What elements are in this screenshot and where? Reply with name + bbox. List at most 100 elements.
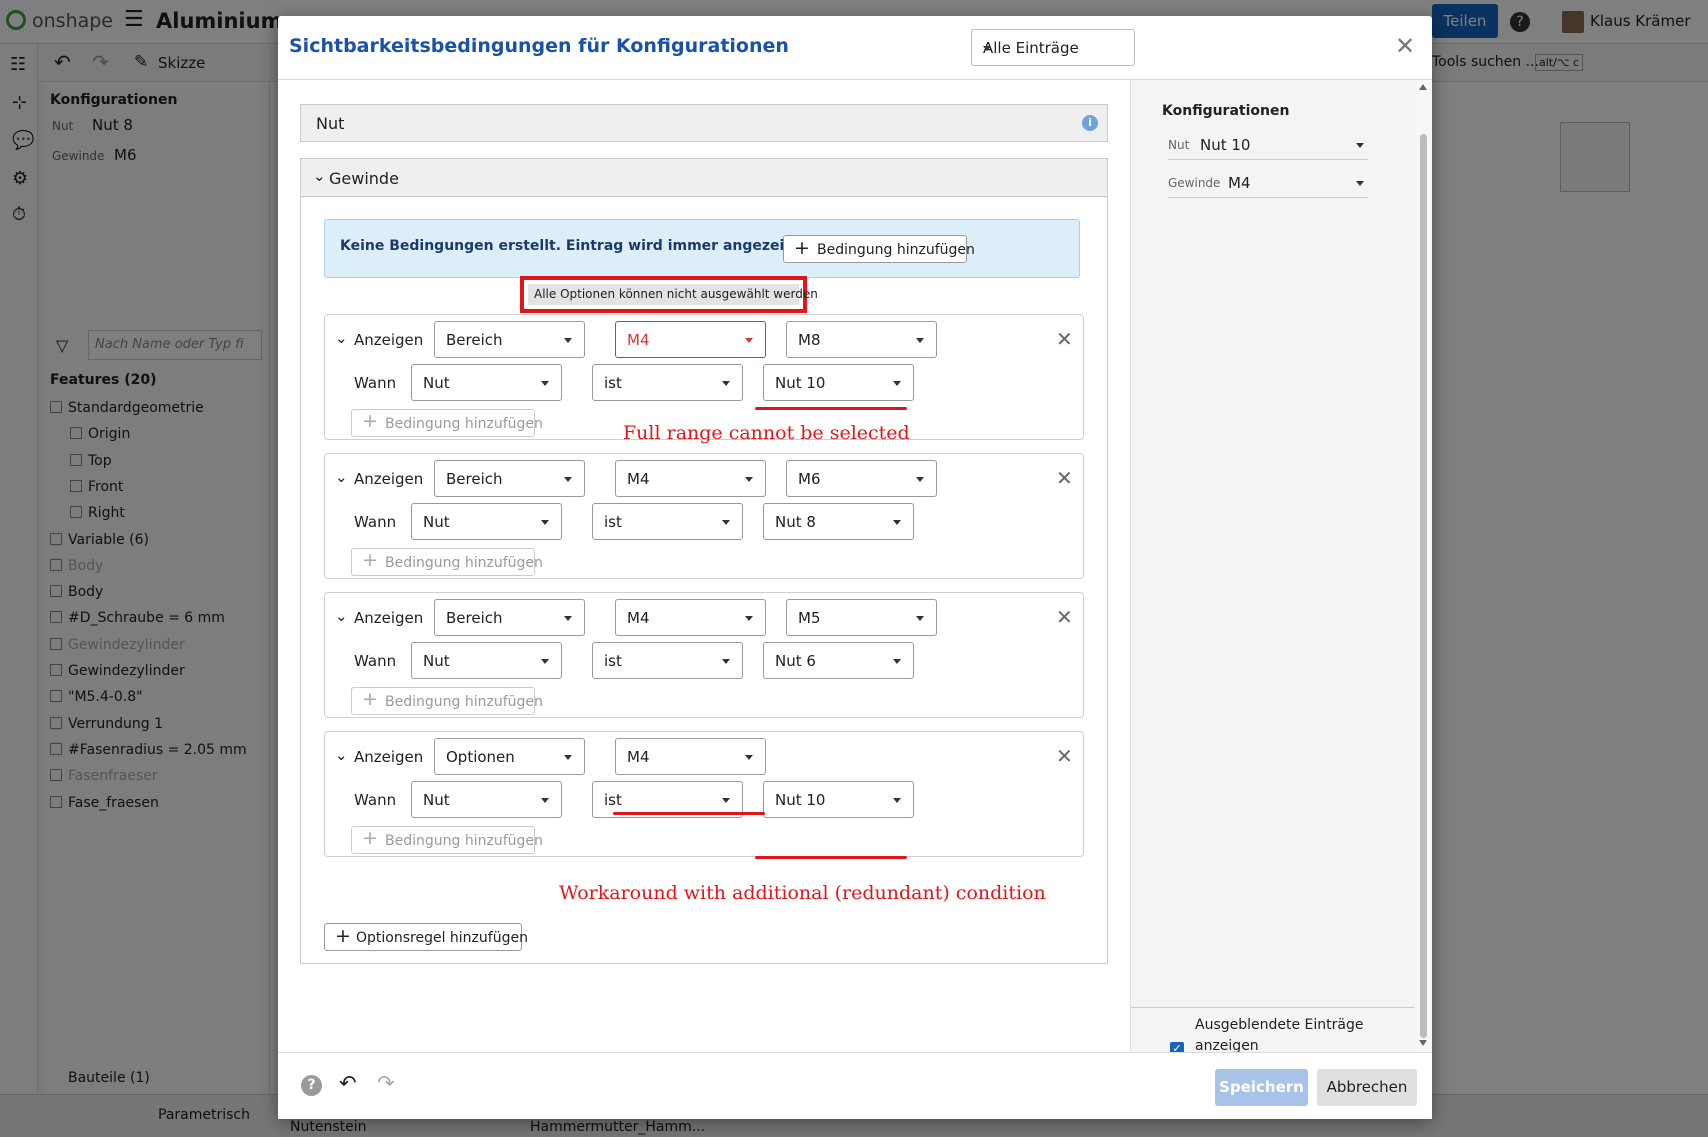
scrollbar-thumb[interactable] xyxy=(1420,134,1427,1038)
condition-value-select-value: Nut 10 xyxy=(775,374,826,392)
chevron-down-icon xyxy=(564,338,572,343)
chevron-down-icon xyxy=(745,616,753,621)
cancel-button[interactable]: Abbrechen xyxy=(1317,1069,1417,1106)
annotation-full-range: Full range cannot be selected xyxy=(623,422,910,444)
condition-operator-select-value: ist xyxy=(604,652,622,670)
chevron-down-icon xyxy=(916,338,924,343)
save-button[interactable]: Speichern xyxy=(1215,1069,1308,1106)
entries-filter-select[interactable]: Alle Einträge xyxy=(971,29,1135,66)
chevron-down-icon[interactable]: ⌄ xyxy=(335,468,348,486)
condition-value-select[interactable]: Nut 10 xyxy=(763,364,914,401)
rule-type-select[interactable]: Bereich xyxy=(434,321,585,358)
chevron-down-icon xyxy=(893,381,901,386)
condition-param-select[interactable]: Nut xyxy=(411,781,562,818)
rule-type-select[interactable]: Optionen xyxy=(434,738,585,775)
plus-icon: + xyxy=(362,688,378,710)
section-gewinde-title: Gewinde xyxy=(329,169,399,188)
rules-list: ⌄ Anzeigen Bereich M4 M8 ✕ Wann Nut ist Nut 10 + Be… xyxy=(324,314,1084,914)
condition-operator-select[interactable]: ist xyxy=(592,364,743,401)
underline-nut10-rule1 xyxy=(755,407,907,410)
add-option-rule-button[interactable]: + Optionsregel hinzufügen xyxy=(324,923,528,951)
condition-operator-select[interactable]: ist xyxy=(592,642,743,679)
add-condition-button[interactable]: + Bedingung hinzufügen xyxy=(351,826,543,854)
chevron-down-icon xyxy=(541,520,549,525)
condition-value-select[interactable]: Nut 8 xyxy=(763,503,914,540)
config-label: Gewinde xyxy=(1168,176,1221,190)
redo-icon[interactable]: ↷ xyxy=(377,1071,395,1095)
dialog-title: Sichtbarkeitsbedingungen für Konfigurati… xyxy=(289,35,789,57)
range-to-select[interactable]: M5 xyxy=(786,599,937,636)
rule-type-select[interactable]: Bereich xyxy=(434,460,585,497)
chevron-down-icon xyxy=(722,381,730,386)
show-label: Anzeigen xyxy=(354,470,424,488)
add-condition-label: Bedingung hinzufügen xyxy=(385,416,543,432)
close-icon[interactable]: ✕ xyxy=(1395,32,1415,60)
when-label: Wann xyxy=(354,513,397,531)
condition-operator-select-value: ist xyxy=(604,374,622,392)
condition-operator-select[interactable]: ist xyxy=(592,503,743,540)
add-condition-button[interactable]: + Bedingung hinzufügen xyxy=(351,687,543,715)
rule-type-select[interactable]: Bereich xyxy=(434,599,585,636)
range-to-select[interactable]: M8 xyxy=(786,321,937,358)
chevron-down-icon[interactable]: ⌄ xyxy=(335,329,348,347)
add-condition-button[interactable]: + Bedingung hinzufügen xyxy=(351,409,543,437)
chevron-down-icon xyxy=(722,520,730,525)
section-nut[interactable]: Nut i xyxy=(300,104,1108,142)
rule-type-select-value: Bereich xyxy=(446,470,503,488)
show-label: Anzeigen xyxy=(354,748,424,766)
condition-value-select[interactable]: Nut 10 xyxy=(763,781,914,818)
remove-rule-icon[interactable]: ✕ xyxy=(1056,466,1073,490)
undo-icon[interactable]: ↶ xyxy=(339,1071,357,1095)
chevron-down-icon xyxy=(541,381,549,386)
condition-param-select[interactable]: Nut xyxy=(411,364,562,401)
scroll-up-icon[interactable] xyxy=(1419,84,1427,90)
condition-value-select[interactable]: Nut 6 xyxy=(763,642,914,679)
condition-param-select-value: Nut xyxy=(423,513,450,531)
chevron-down-icon[interactable]: ⌄ xyxy=(335,746,348,764)
plus-icon: + xyxy=(362,410,378,432)
condition-param-select-value: Nut xyxy=(423,791,450,809)
range-to-select-value: M5 xyxy=(798,609,821,627)
help-icon[interactable]: ? xyxy=(301,1075,322,1096)
add-condition-button[interactable]: + Bedingung hinzufügen xyxy=(783,235,975,263)
range-from-select[interactable]: M4 xyxy=(615,599,766,636)
range-from-select[interactable]: M4 xyxy=(615,460,766,497)
range-to-select[interactable]: M6 xyxy=(786,460,937,497)
config-label: Nut xyxy=(1168,138,1190,152)
show-label: Anzeigen xyxy=(354,331,424,349)
remove-rule-icon[interactable]: ✕ xyxy=(1056,605,1073,629)
condition-param-select[interactable]: Nut xyxy=(411,642,562,679)
remove-rule-icon[interactable]: ✕ xyxy=(1056,744,1073,768)
info-icon[interactable]: i xyxy=(1082,115,1098,131)
chevron-down-icon[interactable]: ⌄ xyxy=(335,607,348,625)
chevron-down-icon xyxy=(983,46,991,51)
plus-icon: + xyxy=(794,237,810,259)
option-rule: ⌄ Anzeigen Optionen M4 ✕ Wann Nut ist Nut 10 + Bed… xyxy=(324,731,1084,857)
annotation-workaround: Workaround with additional (redundant) c… xyxy=(559,882,1046,904)
dialog-footer: ? ↶ ↷ Speichern Abbrechen xyxy=(278,1052,1432,1119)
chevron-down-icon xyxy=(916,477,924,482)
filter-value: Alle Einträge xyxy=(983,39,1079,57)
preview-config-gewinde[interactable]: Gewinde M4 xyxy=(1168,166,1368,198)
scroll-down-icon[interactable] xyxy=(1419,1040,1427,1046)
chevron-down-icon xyxy=(893,520,901,525)
chevron-down-icon xyxy=(541,659,549,664)
chevron-down-icon xyxy=(916,616,924,621)
range-from-select-value: M4 xyxy=(627,748,650,766)
preview-config-nut[interactable]: Nut Nut 10 xyxy=(1168,128,1368,160)
range-from-select-value: M4 xyxy=(627,331,650,349)
config-value: Nut 10 xyxy=(1200,136,1251,154)
add-condition-button[interactable]: + Bedingung hinzufügen xyxy=(351,548,543,576)
chevron-down-icon xyxy=(1356,181,1364,186)
range-from-select[interactable]: M4 xyxy=(615,321,766,358)
chevron-down-icon xyxy=(1356,143,1364,148)
condition-param-select[interactable]: Nut xyxy=(411,503,562,540)
range-from-select[interactable]: M4 xyxy=(615,738,766,775)
chevron-down-icon xyxy=(722,659,730,664)
visibility-conditions-dialog: Sichtbarkeitsbedingungen für Konfigurati… xyxy=(278,16,1432,1119)
tooltip: Alle Optionen können nicht ausgewählt we… xyxy=(528,284,818,305)
section-gewinde-header[interactable]: ⌄ Gewinde xyxy=(300,158,1108,197)
chevron-down-icon xyxy=(745,338,753,343)
no-conditions-text: Keine Bedingungen erstellt. Eintrag wird… xyxy=(340,238,807,254)
remove-rule-icon[interactable]: ✕ xyxy=(1056,327,1073,351)
